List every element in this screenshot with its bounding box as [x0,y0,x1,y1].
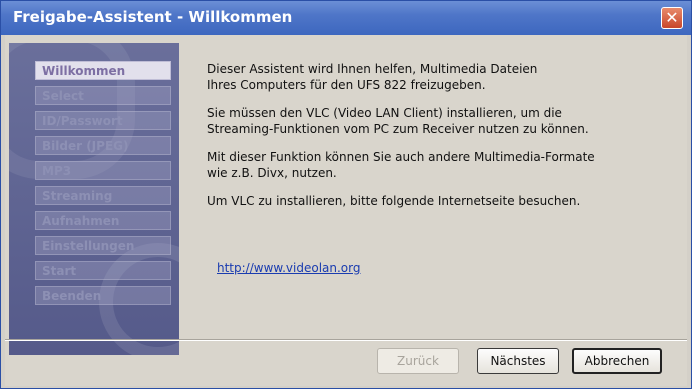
step-mp3: MP3 [35,161,171,180]
formats-text: Mit dieser Funktion können Sie auch ande… [207,150,595,180]
button-separator [5,339,687,341]
step-bilder-jpeg: Bilder (JPEG) [35,136,171,155]
step-streaming: Streaming [35,186,171,205]
next-button[interactable]: Nächstes [477,348,559,374]
back-button[interactable]: Zurück [377,348,459,374]
install-hint-text: Um VLC zu installieren, bitte folgende I… [207,194,581,208]
close-icon[interactable]: ✕ [661,7,683,29]
intro-text: Dieser Assistent wird Ihnen helfen, Mult… [207,62,538,92]
wizard-window: Freigabe-Assistent - Willkommen ✕ Willko… [0,0,692,389]
step-start: Start [35,261,171,280]
step-select: Select [35,86,171,105]
step-aufnahmen: Aufnahmen [35,211,171,230]
vlc-requirement-text: Sie müssen den VLC (Video LAN Client) in… [207,106,589,136]
step-id-passwort: ID/Passwort [35,111,171,130]
cancel-button[interactable]: Abbrechen [572,348,662,374]
step-willkommen: Willkommen [35,61,171,80]
step-einstellungen: Einstellungen [35,236,171,255]
steps-sidebar: Willkommen Select ID/Passwort Bilder (JP… [9,43,179,355]
window-title: Freigabe-Assistent - Willkommen [13,8,293,26]
step-beenden: Beenden [35,286,171,305]
videolan-link[interactable]: http://www.videolan.org [217,261,360,275]
title-bar[interactable]: Freigabe-Assistent - Willkommen ✕ [1,1,691,35]
welcome-content: Dieser Assistent wird Ihnen helfen, Mult… [207,61,677,221]
wizard-client-area: Willkommen Select ID/Passwort Bilder (JP… [5,35,687,386]
